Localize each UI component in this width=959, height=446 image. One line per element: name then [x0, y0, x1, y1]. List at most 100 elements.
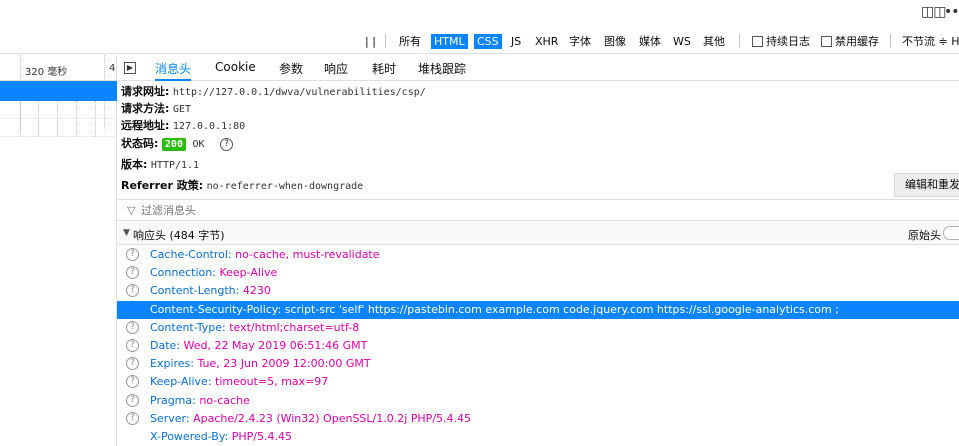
request-url-value: http://127.0.0.1/dwva/vulnerabilities/cs… — [172, 87, 426, 98]
filter-all-button[interactable]: 所有 — [396, 34, 424, 49]
filter-xhr-button[interactable]: XHR — [532, 34, 561, 49]
request-url-line: 请求网址: http://127.0.0.1/dwva/vulnerabilit… — [121, 83, 426, 99]
waterfall-tick — [57, 101, 58, 137]
header-help-icon[interactable]: ? — [126, 411, 139, 425]
disable-cache-checkbox[interactable] — [821, 36, 832, 47]
remote-address-value: 127.0.0.1:80 — [172, 121, 246, 132]
tab-cookies[interactable]: Cookie — [215, 60, 256, 81]
header-name: Content-Type: — [150, 320, 226, 334]
waterfall-tick — [95, 101, 96, 137]
filter-js-button[interactable]: JS — [508, 34, 524, 49]
header-value: no-cache — [199, 393, 250, 407]
header-value: Wed, 22 May 2019 06:51:46 GMT — [183, 339, 368, 352]
tab-response[interactable]: 响应 — [324, 60, 348, 81]
header-help-icon[interactable]: ? — [126, 393, 139, 407]
toolbar-divider — [739, 34, 740, 48]
header-value: Apache/2.4.23 (Win32) OpenSSL/1.0.2j PHP… — [193, 411, 472, 425]
filter-images-button[interactable]: 图像 — [601, 34, 629, 49]
response-header-row[interactable]: ? Pragma: no-cache — [117, 392, 959, 410]
request-row[interactable] — [0, 119, 117, 137]
filter-html-button[interactable]: HTML — [431, 34, 468, 49]
raw-headers-toggle[interactable] — [943, 226, 959, 240]
filter-css-button[interactable]: CSS — [474, 34, 502, 49]
header-value: PHP/5.4.45 — [231, 430, 292, 443]
waterfall-tick — [38, 101, 39, 137]
response-header-row[interactable]: ? Connection: Keep-Alive — [117, 264, 959, 282]
collapse-arrow-icon[interactable]: ▼ — [123, 228, 130, 238]
response-headers-section[interactable]: ▼ 响应头 (484 字节) 原始头 — [117, 223, 959, 245]
tab-params[interactable]: 参数 — [279, 60, 303, 81]
header-entry: Content-Length: 4230 — [150, 284, 271, 297]
referrer-policy-line: Referrer 政策: no-referrer-when-downgrade — [121, 177, 363, 193]
header-name: Content-Security-Policy: — [150, 302, 282, 316]
response-header-row[interactable]: ? Date: Wed, 22 May 2019 06:51:46 GMT — [117, 337, 959, 355]
dock-layout-icon[interactable]: ◫◫ — [921, 4, 946, 20]
header-help-icon[interactable]: ? — [126, 320, 139, 334]
waterfall-tick — [20, 101, 21, 137]
header-entry: Cache-Control: no-cache, must-revalidate — [150, 248, 380, 261]
header-name: Server: — [150, 411, 190, 425]
waterfall-header: 320 毫秒 4 — [0, 55, 117, 130]
header-entry: Keep-Alive: timeout=5, max=97 — [150, 375, 328, 388]
referrer-policy-label: Referrer 政策: — [121, 179, 204, 192]
request-method-label: 请求方法: — [121, 102, 170, 115]
header-help-icon[interactable]: ? — [126, 375, 139, 389]
http-version-label: 版本: — [121, 158, 148, 171]
toolbar-divider — [385, 34, 386, 48]
persist-logs-label: 持续日志 — [766, 35, 810, 48]
response-header-row[interactable]: ? Content-Length: 4230 — [117, 282, 959, 300]
header-name: Date: — [150, 339, 180, 352]
header-help-icon[interactable]: ? — [126, 339, 139, 352]
filter-media-button[interactable]: 媒体 — [636, 34, 664, 49]
network-filter-toolbar: | | 所有 HTML CSS JS XHR 字体 图像 媒体 WS 其他 持续… — [0, 28, 959, 54]
status-text: OK — [192, 139, 205, 150]
waterfall-time-label: 320 毫秒 — [25, 67, 68, 78]
filter-ws-button[interactable]: WS — [670, 34, 694, 49]
response-header-row[interactable]: ? Cache-Control: no-cache, must-revalidat… — [117, 246, 959, 264]
response-header-row[interactable]: ? Content-Type: text/html;charset=utf-8 — [117, 319, 959, 337]
header-value: Tue, 23 Jun 2009 12:00:00 GMT — [197, 357, 371, 371]
response-header-row[interactable]: ? Server: Apache/2.4.23 (Win32) OpenSSL/1… — [117, 410, 959, 428]
header-entry: Expires: Tue, 23 Jun 2009 12:00:00 GMT — [150, 357, 371, 370]
request-details-panel: ▶ 消息头 Cookie 参数 响应 耗时 堆栈跟踪 请求网址: http://… — [117, 55, 959, 446]
pause-icon[interactable]: | | — [362, 34, 379, 49]
tab-stack-trace[interactable]: 堆栈跟踪 — [418, 60, 466, 81]
header-filter-input[interactable] — [141, 202, 541, 218]
http-version-value: HTTP/1.1 — [150, 160, 200, 171]
response-header-row[interactable]: ? Keep-Alive: timeout=5, max=97 — [117, 373, 959, 391]
header-value: Keep-Alive — [219, 266, 278, 280]
header-value: 4230 — [242, 284, 271, 298]
header-filter-bar: ▽ — [117, 199, 959, 221]
remote-address-label: 远程地址: — [121, 119, 170, 132]
status-code-badge: 200 — [161, 138, 186, 151]
tab-headers[interactable]: 消息头 — [155, 60, 192, 81]
referrer-policy-value: no-referrer-when-downgrade — [206, 181, 364, 192]
help-icon[interactable]: ? — [220, 137, 234, 151]
selected-request-row[interactable] — [0, 81, 117, 101]
header-entry: Date: Wed, 22 May 2019 06:51:46 GMT — [150, 339, 367, 352]
response-headers-title: 响应头 (484 字节) — [133, 229, 225, 242]
response-header-row[interactable]: X-Powered-By: PHP/5.4.45 — [117, 428, 959, 446]
http-version-line: 版本: HTTP/1.1 — [121, 156, 199, 172]
filter-other-button[interactable]: 其他 — [700, 34, 728, 49]
request-row[interactable] — [0, 101, 117, 119]
header-name: Pragma: — [150, 393, 196, 407]
edit-and-resend-button[interactable]: 编辑和重发 — [894, 173, 959, 197]
response-header-row[interactable]: Content-Security-Policy: script-src 'sel… — [117, 300, 959, 319]
throttle-select[interactable]: 不节流 ≑ H — [899, 34, 959, 49]
persist-logs-checkbox[interactable] — [752, 36, 763, 47]
header-help-icon[interactable]: ? — [126, 357, 139, 371]
more-options-icon[interactable]: •• — [944, 4, 959, 20]
filter-fonts-button[interactable]: 字体 — [566, 34, 594, 49]
window-top-strip: ◫◫ •• — [0, 0, 959, 28]
header-help-icon[interactable]: ? — [126, 266, 139, 280]
raw-headers-label: 原始头 — [908, 229, 941, 242]
response-header-row[interactable]: ? Expires: Tue, 23 Jun 2009 12:00:00 GMT — [117, 355, 959, 373]
status-code-line: 状态码: 200 OK ? — [121, 135, 234, 151]
tab-timings[interactable]: 耗时 — [372, 60, 396, 81]
header-entry: Content-Security-Policy: script-src 'sel… — [150, 303, 839, 316]
toggle-sidebar-icon[interactable]: ▶ — [124, 62, 136, 74]
header-help-icon[interactable]: ? — [126, 248, 139, 261]
header-entry: Pragma: no-cache — [150, 394, 250, 407]
header-help-icon[interactable]: ? — [126, 284, 139, 298]
